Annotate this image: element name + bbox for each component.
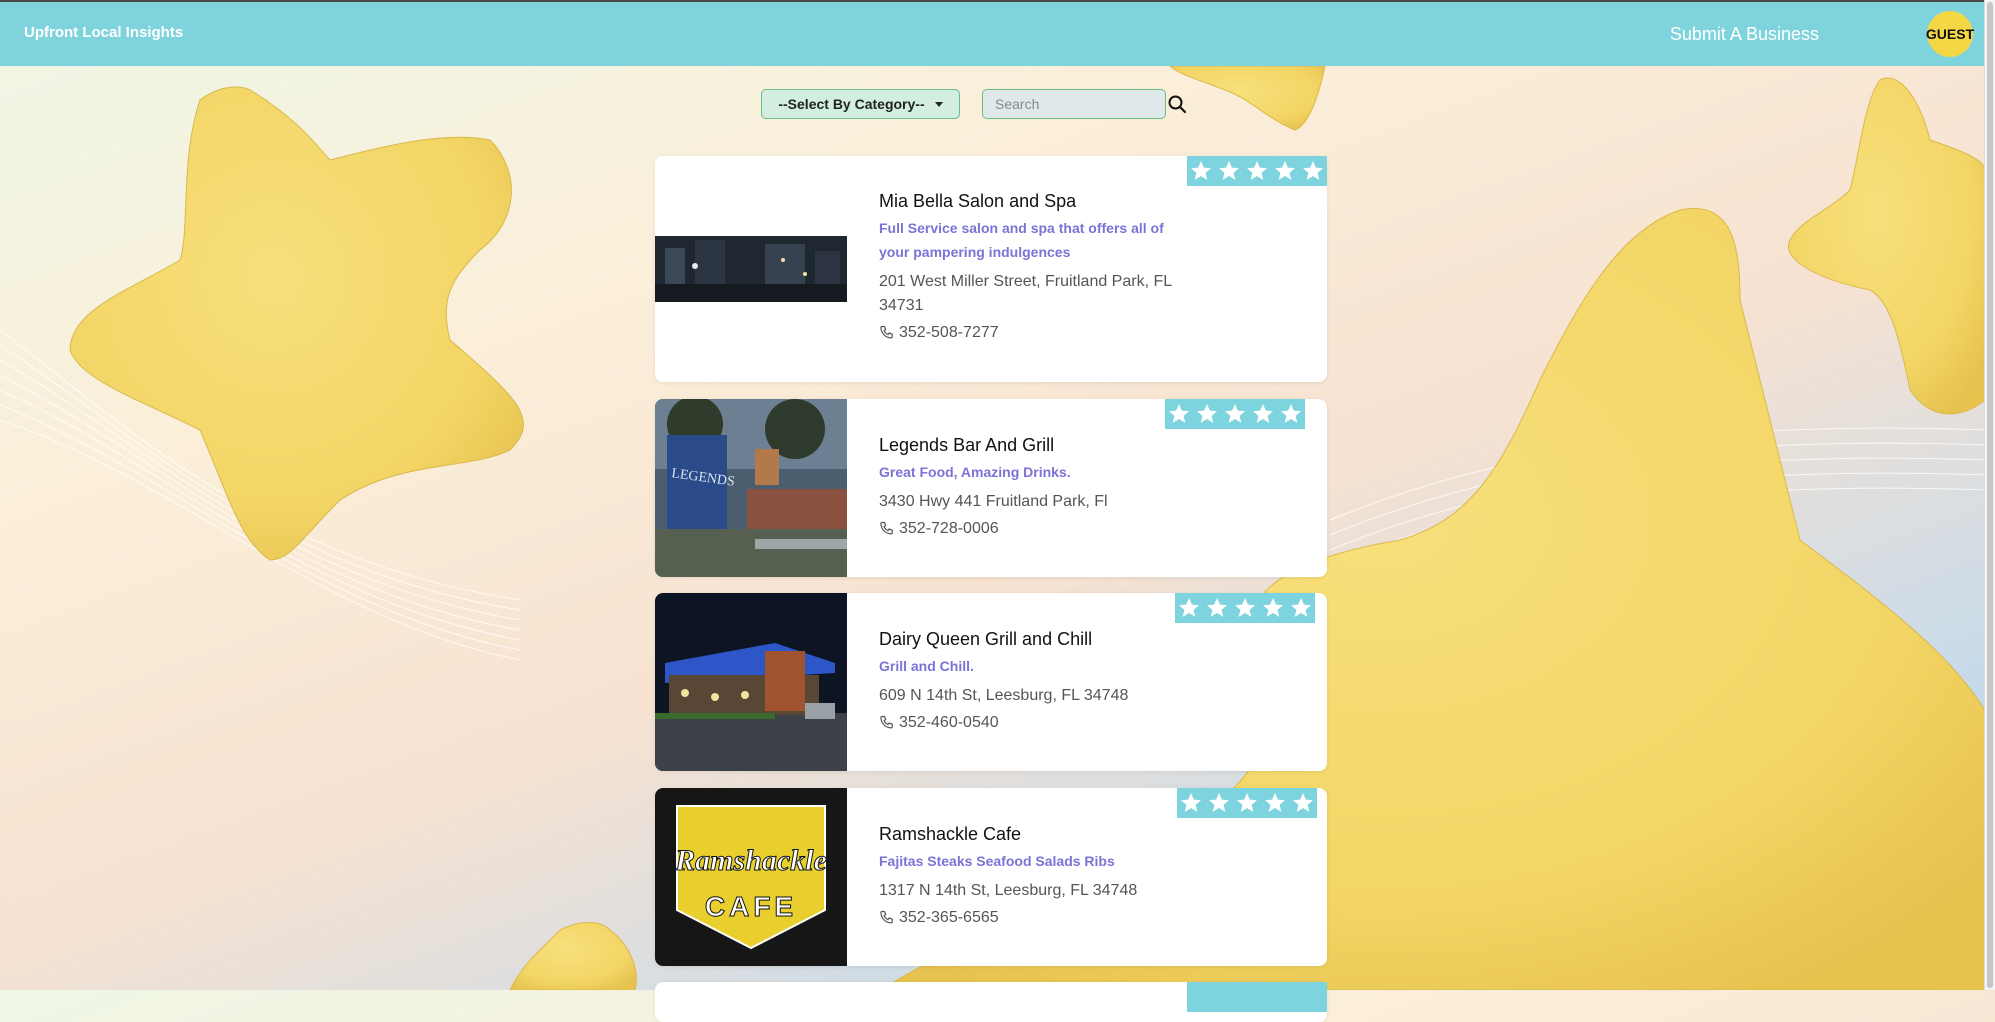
star-icon <box>1187 982 1215 1012</box>
listing-photo: LEGENDS <box>655 399 847 577</box>
star-icon <box>1233 788 1261 818</box>
logo-text-bottom: CAFE <box>705 891 797 922</box>
listing-phone: 352-365-6565 <box>879 909 1179 927</box>
rating-stars <box>1177 788 1317 818</box>
star-icon <box>1221 399 1249 429</box>
top-navbar: Upfront Local Insights Submit A Business… <box>0 0 1985 66</box>
star-icon <box>1243 982 1271 1012</box>
listing-name[interactable]: Legends Bar And Grill <box>879 435 1179 456</box>
listing-info: Dairy Queen Grill and Chill Grill and Ch… <box>879 629 1179 732</box>
star-icon <box>1205 788 1233 818</box>
category-select[interactable]: --Select By Category-- <box>761 89 960 119</box>
star-icon <box>1243 156 1271 186</box>
star-icon <box>1271 982 1299 1012</box>
phone-number[interactable]: 352-365-6565 <box>899 909 999 927</box>
star-icon <box>1187 156 1215 186</box>
star-icon <box>1259 593 1287 623</box>
listing-name[interactable]: Dairy Queen Grill and Chill <box>879 629 1179 650</box>
category-select-label: --Select By Category-- <box>778 96 925 112</box>
brand-link[interactable]: Upfront Local Insights <box>24 24 183 41</box>
listing-name[interactable]: Ramshackle Cafe <box>879 824 1179 845</box>
listing-tagline: Great Food, Amazing Drinks. <box>879 464 1071 480</box>
star-icon <box>1249 399 1277 429</box>
listing-tagline: Fajitas Steaks Seafood Salads Ribs <box>879 853 1115 869</box>
listing-photo <box>655 156 847 382</box>
listing-address: 1317 N 14th St, Leesburg, FL 34748 <box>879 882 1138 899</box>
listing-name[interactable]: Mia Bella Salon and Spa <box>879 191 1179 212</box>
star-icon <box>1215 982 1243 1012</box>
scrollbar-thumb[interactable] <box>1987 2 1993 988</box>
star-icon <box>1231 593 1259 623</box>
guest-label: GUEST <box>1925 26 1975 42</box>
listing-card[interactable]: Mia Bella Salon and Spa Full Service sal… <box>655 156 1327 382</box>
listing-card[interactable]: LEGENDS Legends Bar And Grill Great Food… <box>655 399 1327 577</box>
star-icon <box>1277 399 1305 429</box>
listing-info: Legends Bar And Grill Great Food, Amazin… <box>879 435 1179 538</box>
listing-address: 201 West Miller Street, Fruitland Park, … <box>879 273 1172 314</box>
chevron-down-icon <box>934 101 943 107</box>
logo-text-top: Ramshackle <box>674 844 827 877</box>
listing-info: Ramshackle Cafe Fajitas Steaks Seafood S… <box>879 824 1179 927</box>
listing-tagline: Full Service salon and spa that offers a… <box>879 220 1164 260</box>
guest-avatar[interactable]: GUEST <box>1925 11 1975 57</box>
rating-stars <box>1165 399 1305 429</box>
phone-number[interactable]: 352-728-0006 <box>899 520 999 538</box>
star-icon <box>1203 593 1231 623</box>
star-icon <box>1165 399 1193 429</box>
star-icon <box>1177 788 1205 818</box>
phone-icon <box>880 521 893 535</box>
star-icon <box>1289 788 1317 818</box>
star-icon <box>1215 156 1243 186</box>
rating-stars <box>1175 593 1315 623</box>
search-icon[interactable] <box>1167 94 1187 114</box>
submit-business-link[interactable]: Submit A Business <box>1670 24 1819 45</box>
star-icon <box>1175 593 1203 623</box>
star-icon <box>1261 788 1289 818</box>
phone-icon <box>880 325 893 339</box>
listing-photo <box>655 593 847 771</box>
star-icon <box>1299 982 1327 1012</box>
listing-address: 609 N 14th St, Leesburg, FL 34748 <box>879 687 1129 704</box>
star-icon <box>1299 156 1327 186</box>
star-icon <box>1287 593 1315 623</box>
listing-address: 3430 Hwy 441 Fruitland Park, Fl <box>879 493 1108 510</box>
star-icon <box>1271 156 1299 186</box>
listing-card[interactable]: Dairy Queen Grill and Chill Grill and Ch… <box>655 593 1327 771</box>
search-input[interactable] <box>982 89 1166 119</box>
listing-phone: 352-460-0540 <box>879 714 1179 732</box>
star-icon <box>1193 399 1221 429</box>
listing-card[interactable]: Ramshackle CAFE Ramshackle Cafe Fajitas … <box>655 788 1327 966</box>
listing-card[interactable] <box>655 982 1327 1022</box>
listing-tagline: Grill and Chill. <box>879 658 974 674</box>
phone-number[interactable]: 352-460-0540 <box>899 714 999 732</box>
phone-icon <box>880 715 893 729</box>
phone-icon <box>880 910 893 924</box>
rating-stars <box>1187 156 1327 186</box>
phone-number[interactable]: 352-508-7277 <box>899 324 999 342</box>
listing-phone: 352-728-0006 <box>879 520 1179 538</box>
listing-phone: 352-508-7277 <box>879 324 1179 342</box>
listing-photo: Ramshackle CAFE <box>655 788 847 966</box>
listing-info: Mia Bella Salon and Spa Full Service sal… <box>879 191 1179 342</box>
rating-stars <box>1187 982 1327 1012</box>
page-scrollbar[interactable] <box>1984 0 1995 990</box>
